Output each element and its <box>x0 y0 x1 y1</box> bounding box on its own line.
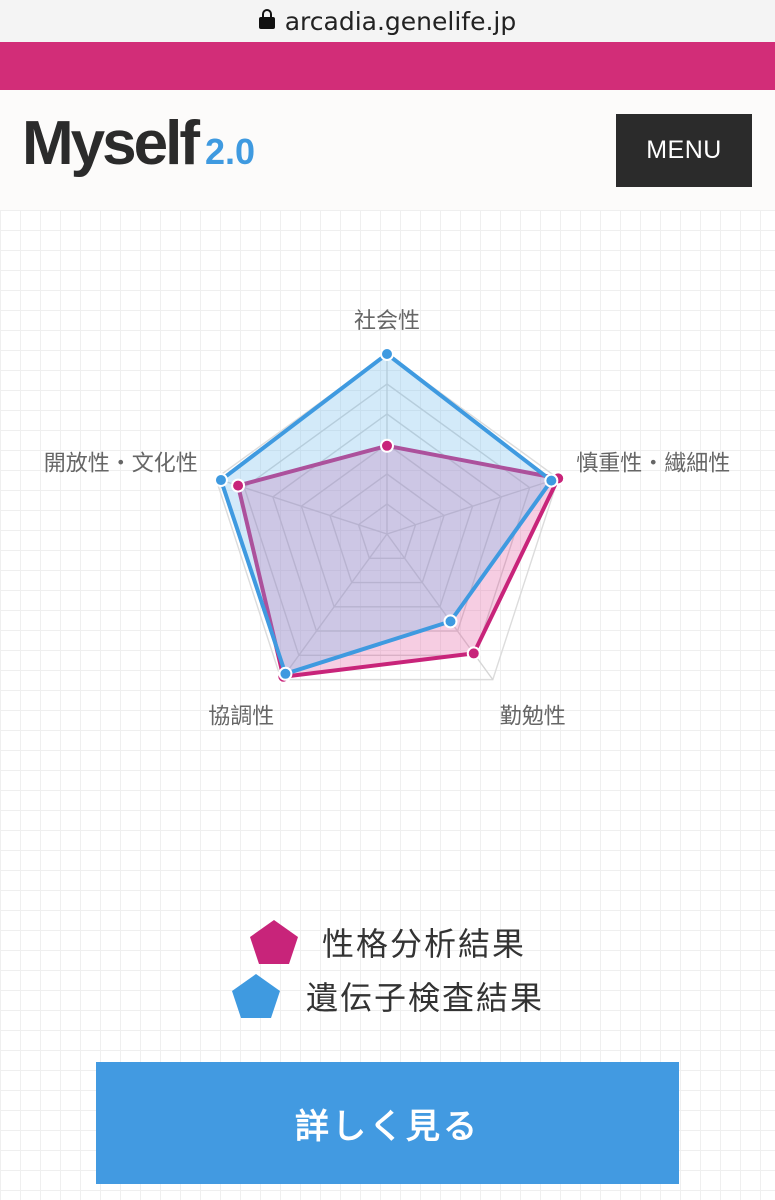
pentagon-icon <box>250 920 298 964</box>
legend-item-personality: 性格分析結果 <box>230 915 544 969</box>
axis-label: 慎重性・繊細性 <box>576 451 730 476</box>
lock-icon <box>258 9 275 29</box>
radar-chart: 社会性慎重性・繊細性勤勉性 協調性 開放性・文化性 <box>44 309 730 730</box>
series-point-1 <box>544 473 559 488</box>
axis-label: 社会性 <box>354 309 420 334</box>
chart-legend: 性格分析結果 遺伝子検査結果 <box>230 915 544 1023</box>
series-point-1 <box>278 666 293 681</box>
logo-version: 2.0 <box>204 131 256 172</box>
brand-band <box>0 42 775 90</box>
axis-label: 開放性・文化性 <box>44 451 198 476</box>
series-point-1 <box>443 614 458 629</box>
series-point-0 <box>466 646 481 661</box>
series-point-1 <box>380 347 394 361</box>
url-text: arcadia.genelife.jp <box>284 6 517 36</box>
series-point-0 <box>231 478 246 493</box>
axis-label: 協調性 <box>208 705 274 730</box>
url-bar[interactable]: arcadia.genelife.jp <box>0 0 775 42</box>
series-area-1 <box>218 352 554 676</box>
site-logo[interactable]: Myself 2.0 <box>22 108 255 179</box>
legend-label: 性格分析結果 <box>322 925 527 963</box>
pentagon-icon <box>232 974 280 1018</box>
logo-text: Myself <box>22 109 200 178</box>
main-content: 社会性慎重性・繊細性勤勉性 協調性 開放性・文化性 性格分析結果 遺伝子検査結果 詳… <box>0 210 775 1200</box>
series-point-0 <box>380 438 394 453</box>
series-point-1 <box>213 473 228 488</box>
site-header: Myself 2.0 MENU <box>0 90 775 210</box>
axis-label: 勤勉性 <box>500 705 566 730</box>
menu-button[interactable]: MENU <box>616 114 752 187</box>
radar-series <box>213 347 566 684</box>
legend-item-gene: 遺伝子検査結果 <box>230 969 544 1023</box>
legend-label: 遺伝子検査結果 <box>306 979 545 1017</box>
details-button[interactable]: 詳しく見る <box>96 1062 679 1184</box>
